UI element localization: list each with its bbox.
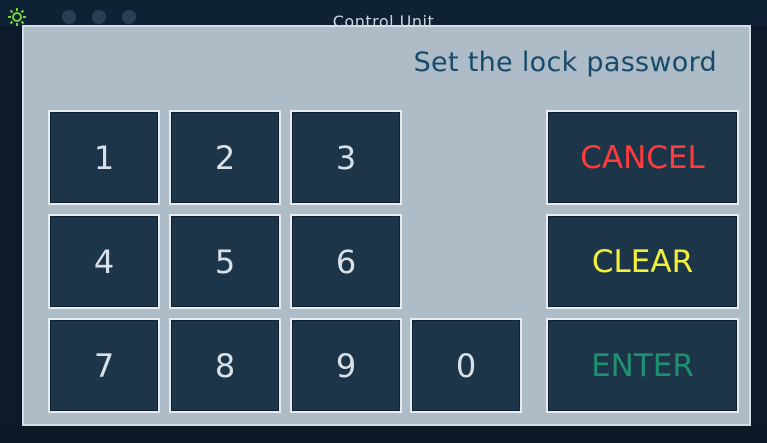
bottom-bezel bbox=[0, 426, 767, 443]
password-dialog: Set the lock password 1 2 3 4 5 6 7 8 9 … bbox=[22, 25, 751, 426]
enter-button[interactable]: ENTER bbox=[546, 318, 739, 413]
keypad-key-3[interactable]: 3 bbox=[290, 110, 402, 205]
keypad-key-9[interactable]: 9 bbox=[290, 318, 402, 413]
keypad-key-0[interactable]: 0 bbox=[410, 318, 522, 413]
keypad-key-8[interactable]: 8 bbox=[169, 318, 281, 413]
device-screen: Control Unit Set the lock password 1 2 3… bbox=[0, 0, 767, 443]
keypad-key-7[interactable]: 7 bbox=[48, 318, 160, 413]
cancel-button[interactable]: CANCEL bbox=[546, 110, 739, 205]
keypad-key-6[interactable]: 6 bbox=[290, 214, 402, 309]
keypad-key-1[interactable]: 1 bbox=[48, 110, 160, 205]
clear-button[interactable]: CLEAR bbox=[546, 214, 739, 309]
keypad-key-2[interactable]: 2 bbox=[169, 110, 281, 205]
keypad-key-4[interactable]: 4 bbox=[48, 214, 160, 309]
dialog-title: Set the lock password bbox=[413, 47, 717, 78]
top-status-bar: Control Unit bbox=[0, 0, 767, 31]
keypad-key-5[interactable]: 5 bbox=[169, 214, 281, 309]
